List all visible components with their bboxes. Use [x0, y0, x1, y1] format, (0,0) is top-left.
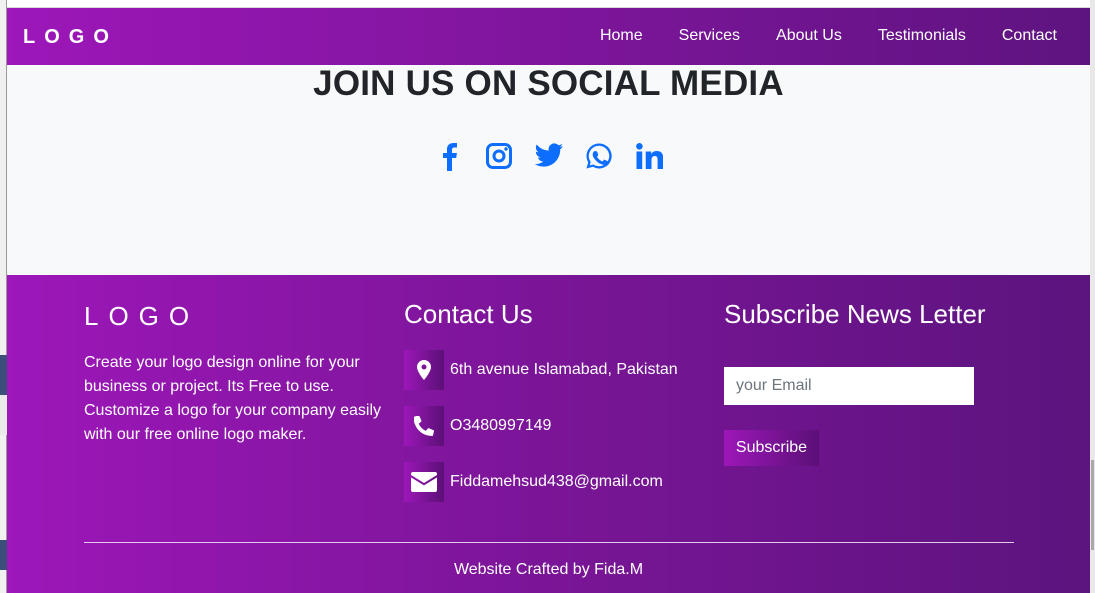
footer-credit: Website Crafted by Fida.M [453, 561, 644, 578]
background-window-edge [0, 0, 7, 593]
footer: LOGO Create your logo design online for … [7, 275, 1090, 593]
nav-link-services[interactable]: Services [679, 27, 740, 45]
navbar: LOGO Home Services About Us Testimonials… [7, 8, 1090, 65]
nav-link-testimonials[interactable]: Testimonials [878, 27, 966, 45]
footer-description: Create your logo design online for your … [84, 354, 382, 443]
whatsapp-icon[interactable] [583, 140, 615, 172]
newsletter-heading: Subscribe News Letter [724, 299, 986, 329]
nav-links: Home Services About Us Testimonials Cont… [600, 27, 1057, 45]
webpage: LOGO Home Services About Us Testimonials… [7, 8, 1090, 593]
window-scrollbar[interactable] [1090, 0, 1095, 593]
nav-logo[interactable]: LOGO [23, 26, 118, 49]
contact-email: Fiddamehsud438@gmail.com [404, 462, 663, 502]
social-heading: JOIN US ON SOCIAL MEDIA [313, 64, 784, 103]
nav-link-home[interactable]: Home [600, 27, 643, 45]
newsletter-email-input[interactable] [724, 367, 974, 405]
social-icons [7, 140, 1090, 172]
linkedin-icon[interactable] [633, 140, 665, 172]
footer-logo[interactable]: LOGO [84, 301, 199, 332]
browser-top-strip [0, 0, 1095, 8]
phone-text: O3480997149 [450, 417, 552, 434]
contact-heading: Contact Us [404, 299, 533, 329]
twitter-icon[interactable] [533, 140, 565, 172]
instagram-icon[interactable] [483, 140, 515, 172]
nav-link-contact[interactable]: Contact [1002, 27, 1057, 45]
nav-link-about-us[interactable]: About Us [776, 27, 842, 45]
location-pin-icon [404, 350, 444, 390]
contact-address: 6th avenue Islamabad, Pakistan [404, 350, 678, 390]
address-text: 6th avenue Islamabad, Pakistan [450, 361, 678, 378]
facebook-icon[interactable] [433, 140, 465, 172]
email-text[interactable]: Fiddamehsud438@gmail.com [450, 473, 663, 491]
envelope-icon [404, 462, 444, 502]
footer-divider [84, 542, 1014, 543]
contact-phone: O3480997149 [404, 406, 551, 446]
phone-icon [404, 406, 444, 446]
subscribe-button[interactable]: Subscribe [724, 430, 819, 466]
